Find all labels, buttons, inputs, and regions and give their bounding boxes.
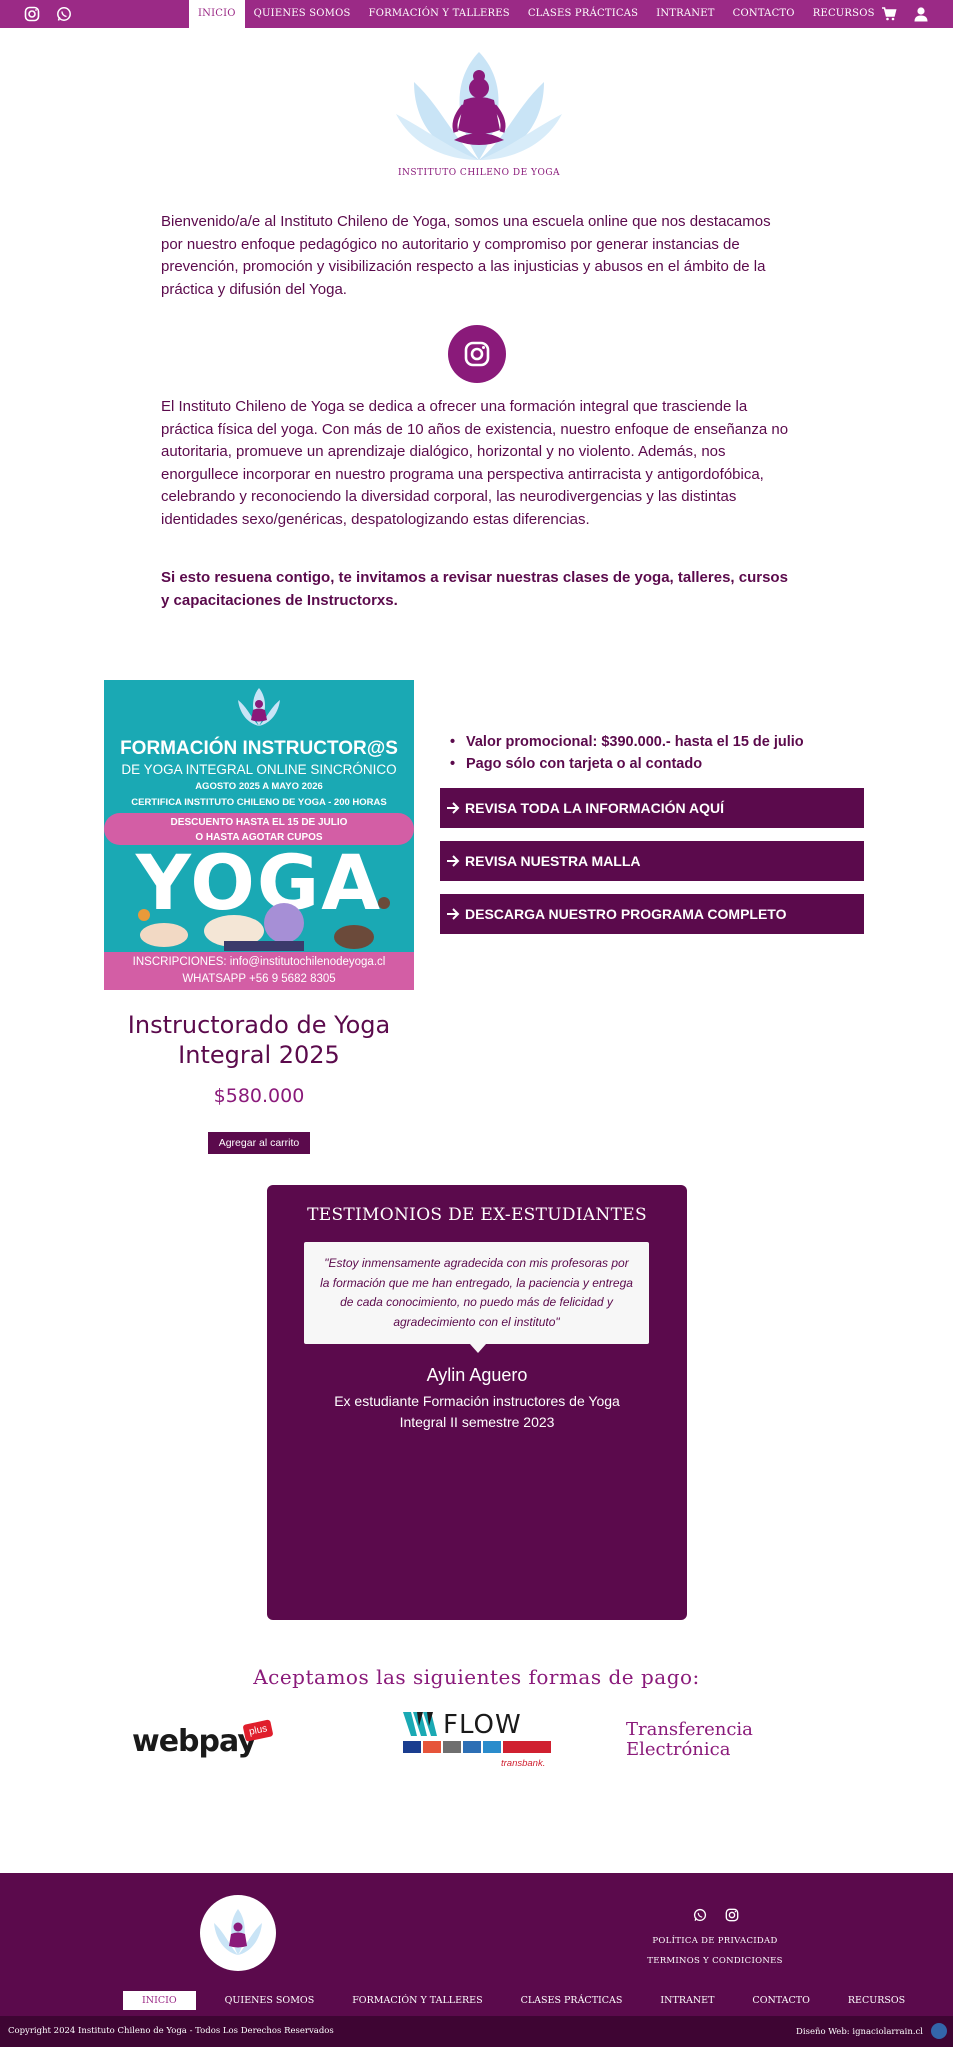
terms-link[interactable]: Terminos y condiciones: [640, 1951, 790, 1971]
site-footer: Política de privacidad Terminos y condic…: [0, 1873, 953, 2047]
footer-nav-inicio[interactable]: Inicio: [123, 1991, 196, 2010]
image-title: FORMACIÓN INSTRUCTOR@S: [120, 738, 398, 759]
product-name[interactable]: Instructorado de Yoga Integral 2025: [104, 1010, 414, 1070]
webpay-plus-badge: plus: [242, 1719, 274, 1742]
download-program-button-label: DESCARGA NUESTRO PROGRAMA COMPLETO: [465, 906, 787, 922]
main-nav: Inicio Quienes somos Formación y Tallere…: [189, 0, 884, 28]
footer-nav-recursos[interactable]: Recursos: [829, 1991, 924, 2010]
intro-text: Bienvenido/a/e al Instituto Chileno de Y…: [161, 213, 771, 298]
copyright-bar: Copyright 2024 Instituto Chileno de Yoga…: [0, 2016, 953, 2047]
whatsapp-icon[interactable]: [54, 4, 74, 24]
top-navbar: Inicio Quienes somos Formación y Tallere…: [0, 0, 953, 28]
nav-clases-practicas[interactable]: Clases prácticas: [519, 0, 647, 28]
image-dates: AGOSTO 2025 A MAYO 2026: [195, 781, 323, 792]
instagram-circle-button[interactable]: [448, 325, 506, 383]
transbank-wordmark: transbank.: [501, 1758, 546, 1769]
copyright-text: Copyright 2024 Instituto Chileno de Yoga…: [8, 2026, 334, 2036]
instagram-icon: [464, 341, 490, 367]
whatsapp-icon[interactable]: [690, 1905, 710, 1925]
testimonials-title: TESTIMONIOS DE EX-ESTUDIANTES: [307, 1205, 647, 1225]
designer-credit[interactable]: Diseño Web: ignaciolarrain.cl: [796, 2027, 923, 2037]
testimonial-quote: "Estoy inmensamente agradecida con mis p…: [304, 1242, 649, 1353]
flow-wordmark: FLOW: [443, 1710, 522, 1740]
image-footer: INSCRIPCIONES: info@institutochilenodeyo…: [104, 952, 414, 990]
testimonial-role: Ex estudiante Formación instructores de …: [334, 1393, 620, 1430]
bank-transfer-label: Transferencia Electrónica: [626, 1719, 753, 1760]
cart-icon[interactable]: [879, 4, 899, 24]
image-discount-line1: DESCUENTO HASTA EL 15 DE JULIO: [170, 817, 348, 828]
site-logo[interactable]: INSTITUTO CHILENO DE YOGA: [394, 48, 564, 184]
payments-title: Aceptamos las siguientes formas de pago:: [253, 1665, 700, 1689]
footer-nav-contacto[interactable]: Contacto: [733, 1991, 828, 2010]
image-cert: CERTIFICA INSTITUTO CHILENO DE YOGA - 20…: [131, 797, 387, 808]
arrow-right-icon: [447, 855, 460, 867]
header-social: [22, 4, 74, 24]
header-tools: [879, 4, 931, 24]
product-bullets: Valor promocional: $390.000.- hasta el 1…: [450, 731, 804, 775]
testimonial-author: Aylin Aguero: [426, 1365, 528, 1385]
footer-social: [690, 1905, 742, 1925]
image-contact-email: INSCRIPCIONES: info@institutochilenodeyo…: [132, 956, 386, 968]
yoga-figures-illustration: [138, 897, 390, 951]
lotus-icon: [238, 688, 280, 726]
product-image[interactable]: FORMACIÓN INSTRUCTOR@S DE YOGA INTEGRAL …: [104, 680, 414, 990]
card-brands-icon: [403, 1741, 551, 1753]
privacy-policy-link[interactable]: Política de privacidad: [640, 1931, 790, 1951]
lotus-icon: [214, 1909, 262, 1955]
nav-quienes-somos[interactable]: Quienes somos: [245, 0, 360, 28]
nav-intranet[interactable]: Intranet: [647, 0, 723, 28]
testimonials-panel: TESTIMONIOS DE EX-ESTUDIANTES "Estoy inm…: [267, 1185, 687, 1620]
globe-icon[interactable]: [931, 2023, 947, 2039]
info-button-label: REVISA TODA LA INFORMACIÓN AQUÍ: [465, 800, 724, 816]
nav-inicio[interactable]: Inicio: [189, 0, 245, 28]
image-subtitle: DE YOGA INTEGRAL ONLINE SINCRÓNICO: [121, 762, 397, 777]
flow-logo: FLOW transbank.: [403, 1710, 553, 1774]
product-price: $580.000: [213, 1085, 305, 1107]
instagram-icon[interactable]: [22, 4, 42, 24]
footer-logo[interactable]: [200, 1895, 276, 1971]
bullet-payment: Pago sólo con tarjeta o al contado: [450, 753, 804, 775]
arrow-right-icon: [447, 802, 460, 814]
user-icon[interactable]: [911, 4, 931, 24]
curriculum-button[interactable]: REVISA NUESTRA MALLA: [440, 841, 864, 881]
add-to-cart-button[interactable]: Agregar al carrito: [208, 1132, 310, 1154]
download-program-button[interactable]: DESCARGA NUESTRO PROGRAMA COMPLETO: [440, 894, 864, 934]
info-button[interactable]: REVISA TODA LA INFORMACIÓN AQUÍ: [440, 788, 864, 828]
footer-nav-clases-practicas[interactable]: Clases prácticas: [502, 1991, 642, 2010]
instagram-icon[interactable]: [722, 1905, 742, 1925]
flow-icon: [403, 1712, 437, 1736]
footer-nav: Inicio Quienes somos Formación y Tallere…: [113, 1991, 924, 2010]
footer-nav-intranet[interactable]: Intranet: [641, 1991, 733, 2010]
webpay-logo: webpay plus: [132, 1719, 282, 1762]
webpay-wordmark: webpay: [132, 1724, 257, 1759]
arrow-right-icon: [447, 908, 460, 920]
nav-recursos[interactable]: Recursos: [804, 0, 884, 28]
image-contact-whatsapp: WHATSAPP +56 9 5682 8305: [182, 973, 336, 985]
cta-text: Si esto resuena contigo, te invitamos a …: [161, 569, 788, 609]
curriculum-button-label: REVISA NUESTRA MALLA: [465, 853, 641, 869]
logo-caption: INSTITUTO CHILENO DE YOGA: [397, 168, 561, 178]
nav-contacto[interactable]: Contacto: [724, 0, 804, 28]
about-text: El Instituto Chileno de Yoga se dedica a…: [161, 398, 789, 528]
footer-nav-formacion-talleres[interactable]: Formación y Talleres: [333, 1991, 501, 2010]
nav-formacion-talleres[interactable]: Formación y Talleres: [360, 0, 519, 28]
bullet-promo-price: Valor promocional: $390.000.- hasta el 1…: [450, 731, 804, 753]
footer-nav-quienes-somos[interactable]: Quienes somos: [206, 1991, 334, 2010]
footer-legal-links: Política de privacidad Terminos y condic…: [640, 1931, 790, 1971]
